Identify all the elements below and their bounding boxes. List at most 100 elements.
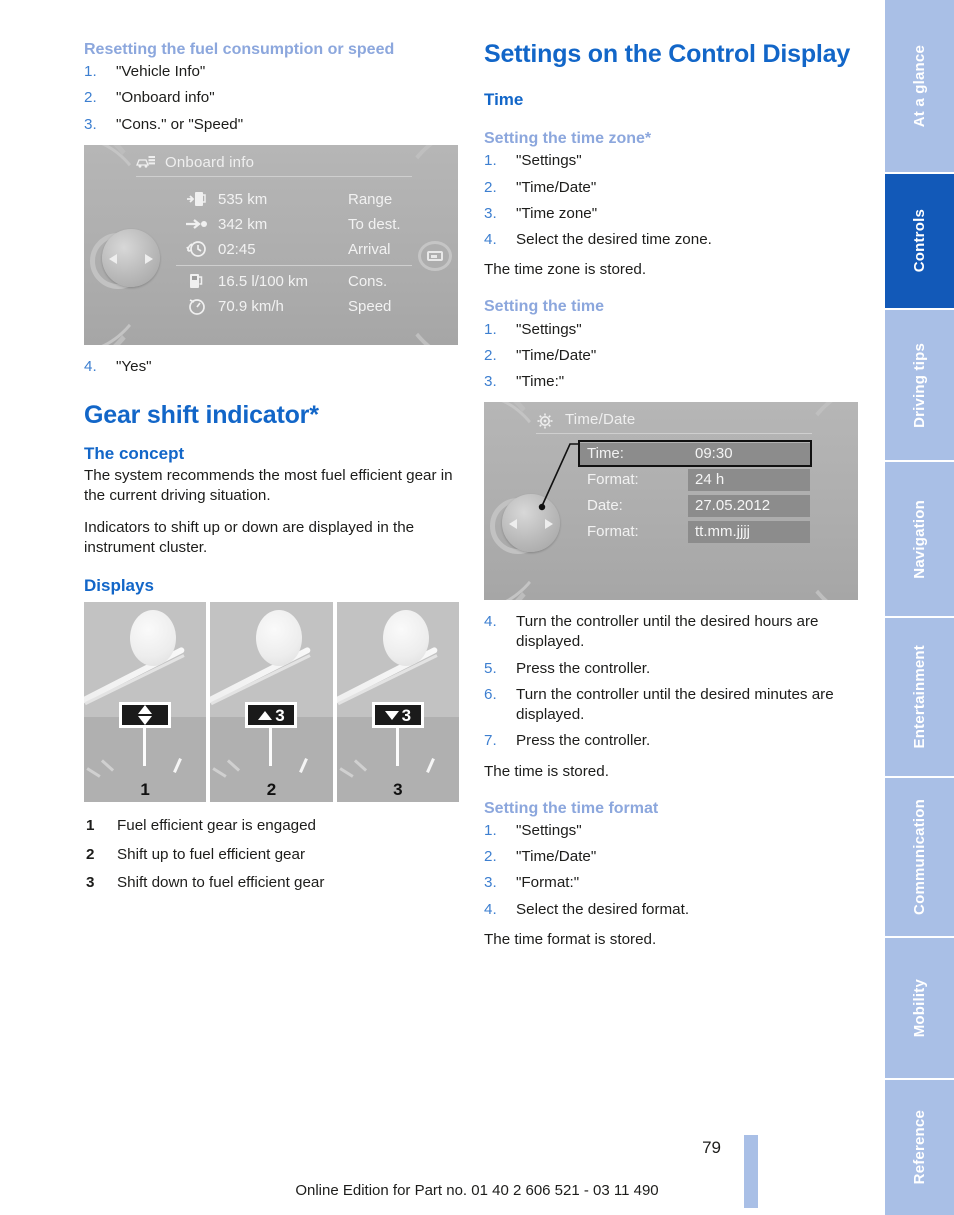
controller-knob bbox=[90, 228, 164, 291]
tab-label: Mobility bbox=[911, 978, 928, 1038]
gear-figure-2: 3 2 bbox=[210, 602, 333, 803]
heading-time: Time bbox=[484, 89, 524, 109]
concept-paragraph-2: Indicators to shift up or down are displ… bbox=[84, 518, 415, 556]
row-value: 24 h bbox=[688, 468, 810, 491]
list-item: 4. Select the desired time zone. bbox=[484, 230, 859, 250]
gear-legend-list: 1 Fuel efficient gear is engaged 2 Shift… bbox=[84, 816, 459, 893]
heading-setting-time-format: Setting the time format bbox=[484, 799, 659, 817]
time-zone-steps: 1. "Settings" 2. "Time/Date" 3. "Time zo… bbox=[484, 151, 859, 250]
gear-badge-both bbox=[119, 702, 172, 729]
time-date-row-date[interactable]: Date: 27.05.2012 bbox=[580, 494, 810, 517]
step-text: "Time/Date" bbox=[516, 848, 597, 866]
tab-at-a-glance[interactable]: At a glance bbox=[885, 0, 954, 172]
time-date-row-date-format[interactable]: Format: tt.mm.jjjj bbox=[580, 520, 810, 543]
chapter-tab-rail: At a glance Controls Driving tips Naviga… bbox=[885, 0, 954, 1215]
tab-communication[interactable]: Communication bbox=[885, 778, 954, 936]
step-number: 4. bbox=[484, 230, 497, 248]
dial-hub bbox=[382, 610, 429, 667]
gear-badge-up: 3 bbox=[245, 702, 298, 729]
list-item: 1. "Settings" bbox=[484, 151, 859, 171]
screen-glyph bbox=[427, 250, 443, 261]
setting-time-steps-after: 4. Turn the controller until the desired… bbox=[484, 612, 859, 751]
figure-caption: 2 bbox=[266, 780, 277, 800]
arrow-down-icon bbox=[138, 716, 153, 726]
legend-text: Fuel efficient gear is engaged bbox=[117, 817, 316, 835]
onboard-info-header: Onboard info bbox=[136, 154, 412, 177]
step-number: 1. bbox=[484, 152, 497, 170]
step-number: 6. bbox=[484, 685, 497, 703]
page-number: 79 bbox=[702, 1138, 721, 1157]
step-text: "Settings" bbox=[516, 320, 582, 338]
list-item: 2. "Time/Date" bbox=[484, 178, 859, 198]
step-number: 2. bbox=[484, 178, 497, 196]
step-number: 2. bbox=[84, 89, 97, 107]
cell-value: 02:45 bbox=[218, 240, 256, 258]
list-item: 1 Fuel efficient gear is engaged bbox=[84, 816, 459, 836]
row-value: 09:30 bbox=[688, 442, 810, 465]
step-number: 1. bbox=[484, 821, 497, 839]
right-column: Settings on the Control Display Time Set… bbox=[484, 40, 859, 961]
heading-the-concept: The concept bbox=[84, 443, 185, 463]
arrow-right-icon bbox=[545, 519, 553, 530]
divider bbox=[176, 264, 412, 266]
cell-label: Arrival bbox=[348, 240, 391, 258]
time-date-row-time[interactable]: Time: 09:30 bbox=[578, 440, 812, 468]
time-date-row-time-format[interactable]: Format: 24 h bbox=[580, 468, 810, 491]
legend-key: 2 bbox=[86, 845, 95, 863]
row-value: tt.mm.jjjj bbox=[688, 520, 810, 543]
gear-figure-3: 3 3 bbox=[336, 602, 459, 803]
dial-needle-shadow bbox=[337, 654, 438, 706]
figure-caption: 3 bbox=[393, 780, 403, 800]
step-number: 1. bbox=[84, 63, 97, 81]
cell-value: 342 km bbox=[218, 215, 268, 233]
heading-gear-shift-indicator: Gear shift indicator* bbox=[84, 401, 319, 430]
heading-resetting-fuel-consumption: Resetting the fuel consumption or speed bbox=[84, 41, 395, 58]
step-number: 7. bbox=[484, 732, 497, 750]
arrow-left-icon bbox=[509, 519, 517, 530]
badge-stem bbox=[143, 726, 146, 767]
step-number: 3. bbox=[484, 874, 497, 892]
list-item: 5. Press the controller. bbox=[484, 659, 859, 679]
row-label: Time: bbox=[580, 442, 688, 465]
step-text: "Time:" bbox=[516, 373, 565, 391]
arrow-left-icon bbox=[109, 253, 117, 264]
step-text: "Vehicle Info" bbox=[116, 63, 206, 81]
list-item: 2. "Time/Date" bbox=[484, 847, 859, 867]
step-text: "Time zone" bbox=[516, 204, 598, 222]
tab-controls[interactable]: Controls bbox=[885, 174, 954, 308]
list-item: 1. "Settings" bbox=[484, 320, 859, 340]
speedometer-icon bbox=[176, 296, 218, 316]
arrow-up-icon bbox=[258, 710, 273, 720]
list-item: 3. "Format:" bbox=[484, 873, 859, 893]
footer: Online Edition for Part no. 01 40 2 606 … bbox=[0, 1182, 954, 1200]
step-text: Turn the controller until the desired ho… bbox=[516, 613, 819, 651]
list-item: 7. Press the controller. bbox=[484, 731, 859, 751]
step-number: 1. bbox=[484, 320, 497, 338]
tab-entertainment[interactable]: Entertainment bbox=[885, 618, 954, 776]
tab-driving-tips[interactable]: Driving tips bbox=[885, 310, 954, 460]
time-date-title: Time/Date bbox=[565, 411, 636, 429]
arrow-down-icon bbox=[384, 710, 399, 720]
step-text: Press the controller. bbox=[516, 732, 651, 750]
step-text: Press the controller. bbox=[516, 659, 651, 677]
tab-navigation[interactable]: Navigation bbox=[885, 462, 954, 616]
heading-setting-time-zone: Setting the time zone* bbox=[484, 130, 652, 148]
step-text: "Time/Date" bbox=[516, 346, 597, 364]
table-row: 02:45 Arrival bbox=[176, 237, 412, 262]
step-text: "Format:" bbox=[516, 874, 580, 892]
list-item: 6. Turn the controller until the desired… bbox=[484, 685, 859, 725]
step-number: 5. bbox=[484, 659, 497, 677]
destination-icon bbox=[176, 217, 218, 231]
manual-page: Resetting the fuel consumption or speed … bbox=[0, 0, 954, 1215]
tab-label: At a glance bbox=[911, 44, 928, 128]
setting-time-result: The time is stored. bbox=[484, 762, 609, 780]
list-item: 3 Shift down to fuel efficient gear bbox=[84, 873, 459, 893]
legend-key: 1 bbox=[86, 817, 95, 835]
left-column: Resetting the fuel consumption or speed … bbox=[84, 40, 459, 901]
row-label: Date: bbox=[587, 497, 623, 515]
list-item: 4. "Yes" bbox=[84, 357, 459, 377]
tab-mobility[interactable]: Mobility bbox=[885, 938, 954, 1078]
row-label: Format: bbox=[587, 471, 639, 489]
step-number: 3. bbox=[84, 115, 97, 133]
time-format-result: The time format is stored. bbox=[484, 930, 657, 948]
